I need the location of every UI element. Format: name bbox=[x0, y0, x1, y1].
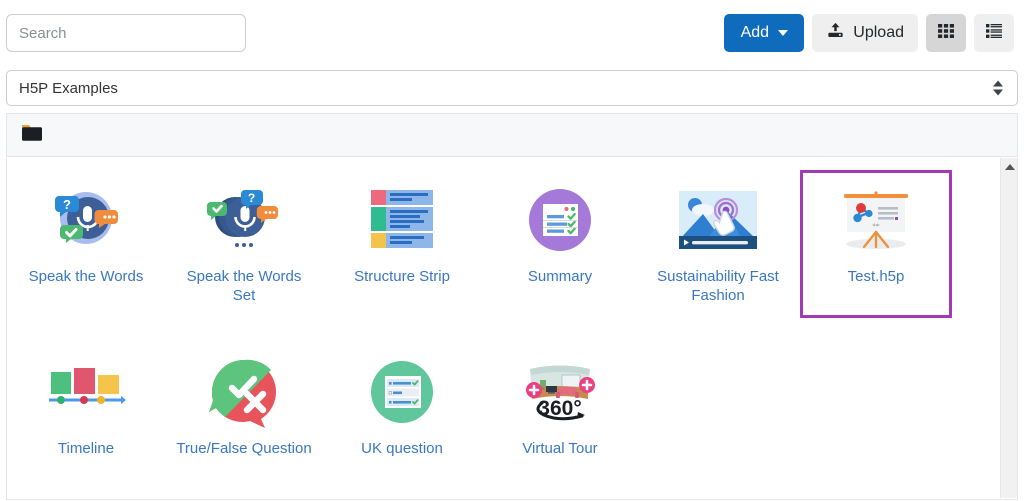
scrollbar-thumb[interactable] bbox=[1002, 176, 1017, 476]
list-view-button[interactable] bbox=[974, 14, 1014, 52]
file-tile[interactable]: Sustainability Fast Fashion bbox=[642, 170, 794, 319]
file-tile-selected[interactable]: Test.h5p bbox=[800, 170, 952, 319]
virtual-tour-360-icon: 360° bbox=[517, 353, 603, 431]
file-grid: ? Speak the Words ? Speak the Words Set … bbox=[7, 158, 997, 478]
file-tile[interactable]: ? Speak the Words Set bbox=[168, 170, 320, 319]
file-tile[interactable]: True/False Question bbox=[168, 342, 320, 472]
select-updown-icon bbox=[993, 80, 1003, 96]
grid-icon bbox=[936, 21, 956, 45]
file-tile[interactable]: 360° Virtual Tour bbox=[484, 342, 636, 472]
breadcrumb bbox=[6, 113, 1018, 157]
folder-icon[interactable] bbox=[21, 124, 43, 147]
svg-text:?: ? bbox=[248, 191, 255, 205]
file-tile-label: UK question bbox=[361, 440, 443, 458]
folder-select-row: H5P Examples bbox=[6, 70, 1018, 106]
grid-view-button[interactable] bbox=[926, 14, 966, 52]
folder-select[interactable]: H5P Examples bbox=[6, 70, 1018, 106]
scroll-up-icon[interactable] bbox=[1001, 158, 1017, 175]
file-tile[interactable]: ? Speak the Words bbox=[10, 170, 162, 319]
file-tile[interactable]: Timeline bbox=[10, 342, 162, 472]
toolbar-actions: Add Upload bbox=[724, 14, 1018, 52]
svg-text:?: ? bbox=[63, 197, 71, 212]
speak-the-words-icon: ? bbox=[43, 181, 129, 259]
file-tile-label: Speak the Words bbox=[28, 268, 144, 285]
file-tile-label: Test.h5p bbox=[847, 268, 905, 285]
list-icon bbox=[984, 21, 1004, 45]
uk-question-icon bbox=[359, 353, 445, 431]
add-button-label: Add bbox=[740, 24, 770, 41]
file-tile-label: Virtual Tour bbox=[522, 440, 598, 458]
file-tile[interactable]: Structure Strip bbox=[326, 170, 478, 319]
file-tile-label: Summary bbox=[527, 268, 593, 285]
true-false-icon bbox=[201, 353, 287, 431]
structure-strip-icon bbox=[359, 181, 445, 259]
file-tile-label: Structure Strip bbox=[354, 268, 450, 285]
file-tile-label: Speak the Words Set bbox=[186, 268, 302, 305]
file-tile-label: True/False Question bbox=[176, 440, 312, 458]
top-toolbar: Add Upload bbox=[0, 0, 1024, 66]
file-grid-panel: ? Speak the Words ? Speak the Words Set … bbox=[6, 158, 1018, 500]
presentation-icon bbox=[833, 181, 919, 259]
interactive-video-icon bbox=[675, 181, 761, 259]
upload-icon bbox=[826, 21, 845, 45]
add-button[interactable]: Add bbox=[724, 14, 805, 52]
file-tile[interactable]: Summary bbox=[484, 170, 636, 319]
search-input[interactable] bbox=[6, 14, 246, 52]
grid-row-spacer bbox=[7, 324, 997, 338]
h5p-content-browser: Add Upload bbox=[0, 0, 1024, 501]
vertical-scrollbar[interactable] bbox=[1000, 158, 1017, 498]
file-tile-label: Timeline bbox=[57, 440, 115, 458]
timeline-icon bbox=[43, 353, 129, 431]
upload-button[interactable]: Upload bbox=[812, 14, 918, 52]
chevron-down-icon bbox=[778, 30, 789, 36]
file-tile-label: Sustainability Fast Fashion bbox=[657, 268, 779, 305]
file-tile[interactable]: UK question bbox=[326, 342, 478, 472]
summary-icon bbox=[517, 181, 603, 259]
speak-the-words-set-icon: ? bbox=[201, 181, 287, 259]
upload-button-label: Upload bbox=[853, 24, 904, 41]
folder-select-value: H5P Examples bbox=[19, 79, 118, 97]
svg-text:360°: 360° bbox=[538, 397, 581, 420]
